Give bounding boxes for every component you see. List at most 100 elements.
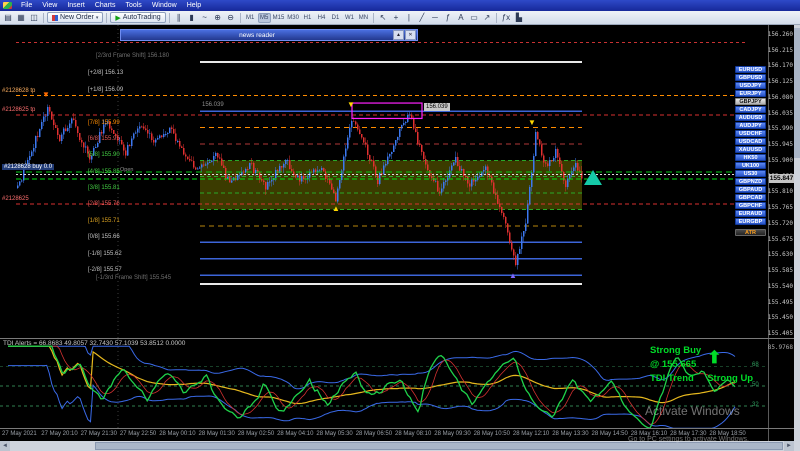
symbol-uk100[interactable]: UK100: [735, 162, 766, 169]
time-tick: 28 May 09:30: [434, 431, 470, 437]
symbol-gbpchf[interactable]: GBPCHF: [735, 202, 766, 209]
dropdown-caret-icon[interactable]: ▾: [96, 15, 99, 21]
tdi-level-label: 50: [752, 382, 759, 388]
vertical-line-icon[interactable]: |: [403, 12, 415, 23]
price-scale[interactable]: 156.260156.215156.170156.125156.080156.0…: [768, 25, 794, 441]
chart-window-icon[interactable]: ◫: [28, 12, 40, 23]
murrey-level-label: [1/8] 155.71: [88, 218, 120, 224]
news-reader-title[interactable]: news reader: [121, 31, 393, 40]
symbol-usdjpy[interactable]: USDJPY: [735, 82, 766, 89]
timeframe-h1[interactable]: H1: [301, 13, 314, 23]
symbol-gbpusd[interactable]: GBPUSD: [735, 74, 766, 81]
timeframe-m15[interactable]: M15: [272, 13, 286, 23]
menu-charts[interactable]: Charts: [90, 0, 121, 11]
candlestick-icon[interactable]: ▮: [186, 12, 198, 23]
symbol-us30[interactable]: US30: [735, 170, 766, 177]
zoom-in-icon[interactable]: ⊕: [212, 12, 224, 23]
frame-shift-label: [-1/3rd Frame Shift] 155.545: [96, 275, 171, 281]
down-signal-arrow-icon: ▼: [528, 119, 536, 127]
symbol-audusd[interactable]: AUDUSD: [735, 114, 766, 121]
text-icon[interactable]: A: [455, 12, 467, 23]
close-icon[interactable]: ✕: [405, 30, 416, 40]
timeframe-w1[interactable]: W1: [343, 13, 356, 23]
trendline-icon[interactable]: ╱: [416, 12, 428, 23]
symbol-euraud[interactable]: EURAUD: [735, 210, 766, 217]
rect-price-label: 156.039: [424, 103, 450, 111]
symbol-hk50[interactable]: HK50: [735, 154, 766, 161]
autotrading-button[interactable]: ▶ AutoTrading: [110, 12, 165, 23]
up-signal-arrow-icon: ▲: [509, 272, 517, 280]
line-chart-icon[interactable]: ~: [199, 12, 211, 23]
timeframe-m1[interactable]: M1: [244, 13, 257, 23]
symbol-gbpnzd[interactable]: GBPNZD: [735, 178, 766, 185]
symbol-cadjpy[interactable]: CADJPY: [735, 106, 766, 113]
current-price-tag: 155.847: [769, 174, 794, 183]
timeframe-d1[interactable]: D1: [329, 13, 342, 23]
symbol-gbpjpy[interactable]: GBPJPY: [735, 98, 766, 105]
horizontal-line-icon[interactable]: ─: [429, 12, 441, 23]
indicators-icon[interactable]: ƒx: [500, 12, 512, 23]
symbol-eurgbp[interactable]: EURGBP: [735, 218, 766, 225]
extra-tools-group: ƒx▙: [500, 12, 525, 23]
signal-line1: Strong Buy: [650, 344, 701, 358]
symbol-usdchf[interactable]: USDCHF: [735, 130, 766, 137]
vscrollbar-thumb[interactable]: [794, 28, 800, 158]
tdi-signal-block: Strong Buy ⬆ @ 155.665 TDI Trend Strong …: [650, 344, 753, 386]
fibonacci-icon[interactable]: ƒ: [442, 12, 454, 23]
trade-line-label[interactable]: #2128625 tp: [2, 107, 35, 113]
price-tick: 156.035: [768, 110, 793, 117]
arrow-tool-icon[interactable]: ↗: [481, 12, 493, 23]
bar-chart-icon[interactable]: ∥: [173, 12, 185, 23]
tdi-scale-max: 85.9768: [768, 344, 793, 351]
templates-icon[interactable]: ▙: [513, 12, 525, 23]
symbol-eurusd[interactable]: EURUSD: [735, 66, 766, 73]
menu-insert[interactable]: Insert: [62, 0, 90, 11]
symbol-usdcad[interactable]: USDCAD: [735, 138, 766, 145]
shapes-icon[interactable]: ▭: [468, 12, 480, 23]
trade-line-label[interactable]: #2128628 tp: [2, 88, 35, 94]
zoom-out-icon[interactable]: ⊖: [225, 12, 237, 23]
crosshair-icon[interactable]: +: [390, 12, 402, 23]
profiles-icon[interactable]: ▦: [15, 12, 27, 23]
murrey-level-label: [2/8] 155.76: [88, 201, 120, 207]
minimize-icon[interactable]: ▲: [393, 30, 404, 40]
scroll-right-icon[interactable]: ►: [784, 441, 794, 451]
menu-view[interactable]: View: [37, 0, 62, 11]
menu-tools[interactable]: Tools: [120, 0, 146, 11]
trade-line-label[interactable]: #2128628 buy 0.0: [2, 164, 54, 170]
drawing-tools-group: ↖+|╱─ƒA▭↗: [377, 12, 493, 23]
timeframe-m5[interactable]: M5: [258, 13, 271, 23]
atr-button[interactable]: ATR: [735, 229, 766, 236]
symbol-eurjpy[interactable]: EURJPY: [735, 90, 766, 97]
trade-line-label[interactable]: #2128625: [2, 196, 29, 202]
menu-window[interactable]: Window: [147, 0, 182, 11]
vertical-scrollbar[interactable]: [794, 25, 800, 451]
news-reader-window[interactable]: news reader ▲ ✕: [120, 29, 418, 41]
symbol-xauusd[interactable]: XAUUSD: [735, 146, 766, 153]
new-chart-icon[interactable]: ▤: [2, 12, 14, 23]
scroll-left-icon[interactable]: ◄: [0, 441, 10, 451]
menu-file[interactable]: File: [16, 0, 37, 11]
time-tick: 28 May 14:50: [592, 431, 628, 437]
symbols-panel: EURUSDGBPUSDUSDJPYEURJPYGBPJPYCADJPYAUDU…: [735, 66, 766, 237]
murrey-level-label: [4/8] 155.85: [88, 169, 120, 175]
price-tick: 155.405: [768, 330, 793, 337]
timeframe-h4[interactable]: H4: [315, 13, 328, 23]
time-tick: 28 May 12:10: [513, 431, 549, 437]
scrollbar-thumb[interactable]: [95, 442, 783, 450]
chart-area[interactable]: [+2/8] 156.13[+1/8] 156.09[7/8] 155.99[6…: [0, 25, 768, 338]
time-tick: 27 May 21:30: [81, 431, 117, 437]
timeframe-m30[interactable]: M30: [286, 13, 300, 23]
symbol-gbpaud[interactable]: GBPAUD: [735, 186, 766, 193]
time-tick: 28 May 08:10: [395, 431, 431, 437]
symbol-audjpy[interactable]: AUDJPY: [735, 122, 766, 129]
cursor-icon[interactable]: ↖: [377, 12, 389, 23]
down-signal-arrow-icon: ▼: [347, 101, 355, 109]
menu-help[interactable]: Help: [182, 0, 206, 11]
new-order-button[interactable]: New Order ▾: [47, 12, 103, 23]
symbol-gbpcad[interactable]: GBPCAD: [735, 194, 766, 201]
toolbar-separator: [373, 13, 374, 23]
timeframe-mn[interactable]: MN: [357, 13, 370, 23]
time-tick: 28 May 10:50: [474, 431, 510, 437]
price-tick: 156.215: [768, 47, 793, 54]
